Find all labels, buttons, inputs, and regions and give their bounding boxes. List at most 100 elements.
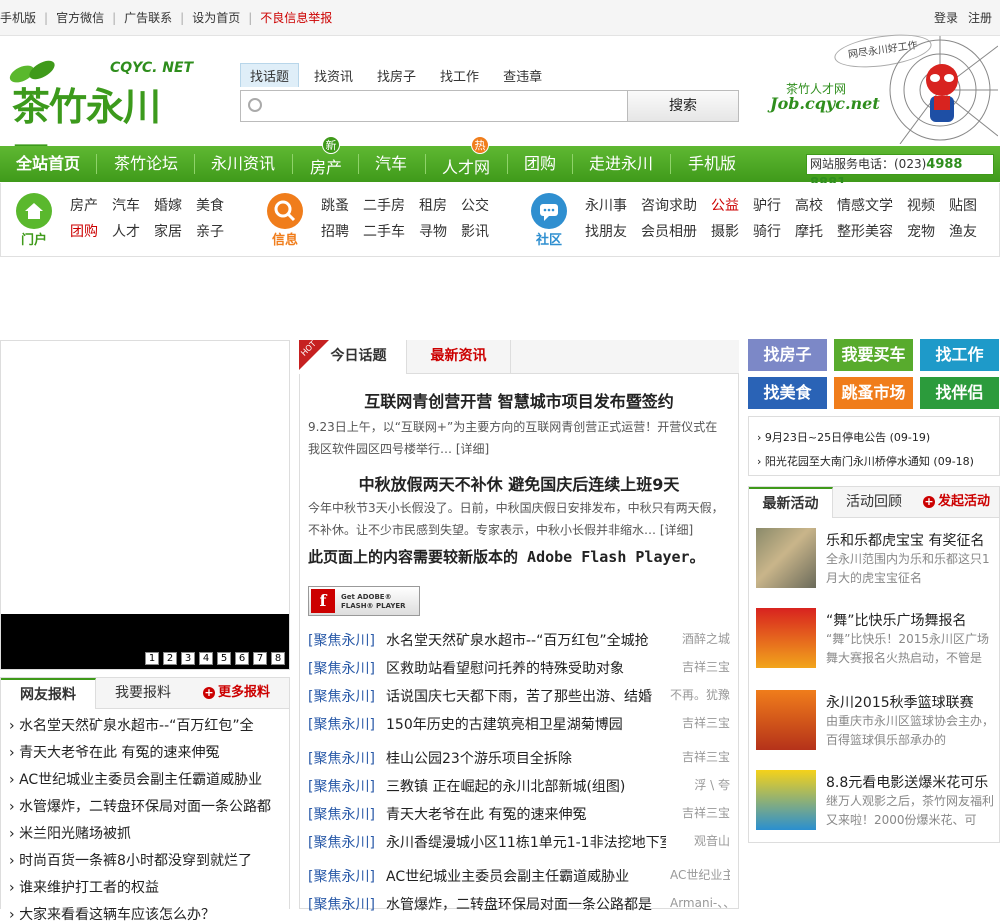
cat-link[interactable]: 亲子 bbox=[196, 221, 224, 241]
link-ads[interactable]: 广告联系 bbox=[124, 11, 172, 25]
nav-house[interactable]: 房产 bbox=[310, 150, 342, 186]
cat-link[interactable]: 骑行 bbox=[753, 221, 781, 241]
news-row[interactable]: [聚焦永川] 区救助站看望慰问托养的特殊受助对象 吉祥三宝 bbox=[308, 658, 730, 682]
cat-link[interactable]: 情感文学 bbox=[837, 195, 893, 215]
cat-link[interactable]: 婚嫁 bbox=[154, 195, 182, 215]
cat-link[interactable]: 家居 bbox=[154, 221, 182, 241]
link-mobile[interactable]: 手机版 bbox=[0, 11, 36, 25]
quick-buy-car[interactable]: 我要买车 bbox=[834, 339, 913, 371]
cat-link[interactable]: 二手房 bbox=[363, 195, 405, 215]
news-row[interactable]: [聚焦永川] 话说国庆七天都下雨，苦了那些出游、结婚 不再。犹豫 bbox=[308, 686, 730, 710]
register-link[interactable]: 注册 bbox=[968, 11, 992, 25]
list-item[interactable]: › 大家来看看这辆车应该怎么办？ bbox=[9, 904, 281, 924]
news-row[interactable]: [聚焦永川] 永川香缇漫城小区11栋1单元1-1非法挖地下室 观音山 bbox=[308, 832, 730, 856]
headline-1[interactable]: 互联网青创营开营 智慧城市项目发布暨签约 bbox=[300, 388, 738, 412]
cat-link[interactable]: 寻物 bbox=[419, 221, 447, 241]
quick-find-partner[interactable]: 找伴侣 bbox=[920, 377, 999, 409]
list-item[interactable]: › 谁来维护打工者的权益 bbox=[9, 877, 281, 897]
activity-item[interactable]: 8.8元看电影送爆米花可乐 继万人观影之后，茶竹网友福利又来啦！2000份爆米花… bbox=[756, 770, 996, 834]
nav-forum[interactable]: 茶竹论坛 bbox=[114, 146, 178, 182]
slider-page[interactable]: 2 bbox=[163, 652, 177, 665]
cat-link[interactable]: 视频 bbox=[907, 195, 935, 215]
cat-link[interactable]: 人才 bbox=[112, 221, 140, 241]
cat-link[interactable]: 摄影 bbox=[711, 221, 739, 241]
list-item[interactable]: › 水管爆炸，二转盘环保局对面一条公路都 bbox=[9, 796, 281, 816]
cat-link[interactable]: 会员相册 bbox=[641, 221, 697, 241]
nav-talent[interactable]: 人才网 bbox=[442, 150, 490, 186]
list-item[interactable]: › 水名堂天然矿泉水超市--“百万红包”全 bbox=[9, 715, 281, 735]
activity-item[interactable]: 永川2015秋季篮球联赛 由重庆市永川区篮球协会主办，百得篮球俱乐部承办的 bbox=[756, 690, 996, 754]
search-tab-job[interactable]: 找工作 bbox=[431, 64, 488, 87]
slider-page[interactable]: 1 bbox=[145, 652, 159, 665]
cat-link[interactable]: 永川事 bbox=[585, 195, 627, 215]
link-report[interactable]: 不良信息举报 bbox=[260, 11, 332, 25]
nav-mobile[interactable]: 手机版 bbox=[688, 146, 736, 182]
cat-link[interactable]: 整形美容 bbox=[837, 221, 893, 241]
tab-activity-review[interactable]: 活动回顾 bbox=[846, 487, 902, 518]
activity-item[interactable]: 乐和乐都虎宝宝 有奖征名 全永川范围内为乐和乐都这只1月大的虎宝宝征名 bbox=[756, 528, 996, 592]
cat-link[interactable]: 找朋友 bbox=[585, 221, 627, 241]
tab-submit-report[interactable]: 我要报料 bbox=[115, 678, 171, 709]
nav-visit[interactable]: 走进永川 bbox=[589, 146, 653, 182]
search-input[interactable] bbox=[240, 90, 628, 122]
cat-link[interactable]: 美食 bbox=[196, 195, 224, 215]
image-slider[interactable]: 12345678 bbox=[0, 340, 290, 670]
cat-link[interactable]: 高校 bbox=[795, 195, 823, 215]
cat-link[interactable]: 驴行 bbox=[753, 195, 781, 215]
start-activity-link[interactable]: + 发起活动 bbox=[923, 487, 990, 518]
slider-page[interactable]: 8 bbox=[271, 652, 285, 665]
slider-page[interactable]: 3 bbox=[181, 652, 195, 665]
tab-latest-news[interactable]: 最新资讯 bbox=[407, 340, 511, 374]
cat-link[interactable]: 二手车 bbox=[363, 221, 405, 241]
more-reports-link[interactable]: + 更多报料 bbox=[203, 678, 270, 709]
job-site-logo[interactable]: 茶竹人才网 Job.cqyc.net bbox=[770, 78, 890, 118]
link-set-home[interactable]: 设为首页 bbox=[192, 11, 240, 25]
cat-link[interactable]: 团购 bbox=[70, 221, 98, 241]
nav-home[interactable]: 全站首页 bbox=[16, 146, 80, 182]
news-row[interactable]: [聚焦永川] AC世纪城业主委员会副主任霸道威胁业 AC世纪业主 bbox=[308, 866, 730, 890]
search-tab-violation[interactable]: 查违章 bbox=[494, 64, 551, 87]
slider-page[interactable]: 7 bbox=[253, 652, 267, 665]
news-row[interactable]: [聚焦永川] 水管爆炸，二转盘环保局对面一条公路都是 Armani-、、 bbox=[308, 894, 730, 918]
search-tab-house[interactable]: 找房子 bbox=[368, 64, 425, 87]
link-wechat[interactable]: 官方微信 bbox=[56, 11, 104, 25]
cat-link[interactable]: 渔友 bbox=[949, 221, 977, 241]
login-link[interactable]: 登录 bbox=[934, 11, 958, 25]
cat-link[interactable]: 咨询求助 bbox=[641, 195, 697, 215]
news-row[interactable]: [聚焦永川] 150年历史的古建筑亮相卫星湖菊博园 吉祥三宝 bbox=[308, 714, 730, 738]
list-item[interactable]: › AC世纪城业主委员会副主任霸道威胁业 bbox=[9, 769, 281, 789]
notice-item[interactable]: › 阳光花园至大南门永川桥停水通知 (09-18) bbox=[757, 453, 974, 469]
activity-item[interactable]: “舞”比快乐广场舞报名 “舞”比快乐！2015永川区广场舞大赛报名火热启动，不管… bbox=[756, 608, 996, 672]
list-item[interactable]: › 青天大老爷在此 有冤的速来伸冤 bbox=[9, 742, 281, 762]
cat-link[interactable]: 宠物 bbox=[907, 221, 935, 241]
news-row[interactable]: [聚焦永川] 桂山公园23个游乐项目全拆除 吉祥三宝 bbox=[308, 748, 730, 772]
nav-news[interactable]: 永川资讯 bbox=[211, 146, 275, 182]
site-logo[interactable]: CQYC. NET 茶竹永川网 bbox=[6, 56, 196, 184]
search-tab-topic[interactable]: 找话题 bbox=[240, 63, 300, 87]
headline-2[interactable]: 中秋放假两天不补休 避免国庆后连续上班9天 bbox=[300, 471, 738, 495]
list-item[interactable]: › 时尚百货一条裤8小时都没穿到就烂了 bbox=[9, 850, 281, 870]
slider-page[interactable]: 5 bbox=[217, 652, 231, 665]
cat-link[interactable]: 影讯 bbox=[461, 221, 489, 241]
cat-link[interactable]: 跳蚤 bbox=[321, 195, 349, 215]
slider-page[interactable]: 4 bbox=[199, 652, 213, 665]
cat-link[interactable]: 摩托 bbox=[795, 221, 823, 241]
cat-link[interactable]: 公交 bbox=[461, 195, 489, 215]
quick-find-house[interactable]: 找房子 bbox=[748, 339, 827, 371]
quick-find-food[interactable]: 找美食 bbox=[748, 377, 827, 409]
nav-car[interactable]: 汽车 bbox=[375, 146, 407, 182]
notice-item[interactable]: › 9月23日~25日停电公告 (09-19) bbox=[757, 429, 930, 445]
cat-link[interactable]: 贴图 bbox=[949, 195, 977, 215]
cat-link[interactable]: 房产 bbox=[70, 195, 98, 215]
search-button[interactable]: 搜索 bbox=[627, 90, 739, 122]
list-item[interactable]: › 米兰阳光赌场被抓 bbox=[9, 823, 281, 843]
news-row[interactable]: [聚焦永川] 青天大老爷在此 有冤的速来伸冤 吉祥三宝 bbox=[308, 804, 730, 828]
cat-link[interactable]: 公益 bbox=[711, 195, 739, 215]
nav-groupbuy[interactable]: 团购 bbox=[524, 146, 556, 182]
news-row[interactable]: [聚焦永川] 水名堂天然矿泉水超市--“百万红包”全城抢 酒醉之城 bbox=[308, 630, 730, 654]
tab-latest-activity[interactable]: 最新活动 bbox=[749, 487, 833, 518]
quick-flea-market[interactable]: 跳蚤市场 bbox=[834, 377, 913, 409]
news-row[interactable]: [聚焦永川] 三教镇 正在崛起的永川北部新城(组图) 浮 \ 夸 bbox=[308, 776, 730, 800]
cat-link[interactable]: 租房 bbox=[419, 195, 447, 215]
quick-find-job[interactable]: 找工作 bbox=[920, 339, 999, 371]
